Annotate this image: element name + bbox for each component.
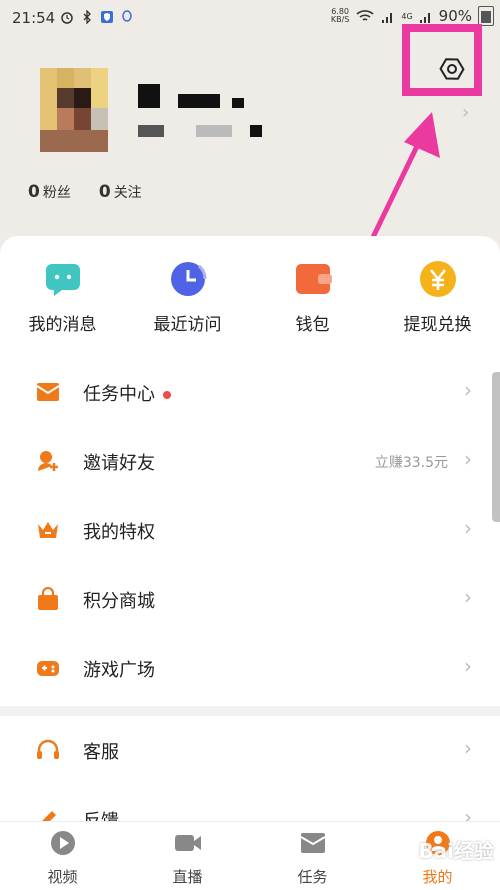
profile-stats: 0 粉丝 0 关注 <box>28 182 142 202</box>
message-icon <box>45 264 80 296</box>
main-card: 我的消息 最近访问 钱包 提现兑换 任务中心 › 邀请好友 立赚33.5元 › … <box>0 236 500 706</box>
signal-icon <box>382 13 393 23</box>
menu-label: 积分商城 <box>83 591 155 612</box>
menu-list: 任务中心 › 邀请好友 立赚33.5元 › 我的特权 › 积分商城 › 游戏广场… <box>0 358 500 703</box>
invite-friend-icon <box>38 451 58 471</box>
chevron-right-icon: › <box>464 378 472 402</box>
menu-game-plaza[interactable]: 游戏广场 › <box>0 634 500 703</box>
bluetooth-icon <box>83 10 91 24</box>
net-speed: 6.80 KB/S <box>331 8 350 24</box>
quick-wallet[interactable]: 钱包 <box>250 256 375 335</box>
menu-label: 游戏广场 <box>83 660 155 681</box>
wallet-icon <box>295 264 332 294</box>
following-count: 0 <box>98 182 111 202</box>
task-envelope-icon <box>36 383 60 401</box>
followers-count: 0 <box>28 182 40 202</box>
username-blurred <box>138 84 258 108</box>
nav-label: 视频 <box>47 868 78 886</box>
quick-withdraw[interactable]: 提现兑换 <box>375 256 500 335</box>
nav-live[interactable]: 直播 <box>125 822 250 890</box>
section-divider <box>0 706 500 716</box>
invite-reward-text: 立赚33.5元 <box>374 455 448 471</box>
shopping-bag-icon <box>38 587 58 610</box>
settings-hexagon-icon[interactable] <box>438 55 466 83</box>
followers-stat[interactable]: 0 粉丝 <box>28 182 71 202</box>
nav-label: 任务 <box>297 868 328 886</box>
menu-label: 邀请好友 <box>83 453 155 474</box>
battery-percent: 90% <box>438 7 472 25</box>
video-camera-icon <box>174 835 201 851</box>
crown-icon <box>38 522 58 538</box>
quick-label: 提现兑换 <box>403 315 472 335</box>
menu-customer-service[interactable]: 客服 › <box>0 716 500 785</box>
quick-my-messages[interactable]: 我的消息 <box>0 256 125 335</box>
play-icon <box>50 831 75 855</box>
chevron-right-icon: › <box>464 447 472 471</box>
notification-dot <box>163 391 171 399</box>
secondary-menu: 客服 › 反馈 › <box>0 716 500 832</box>
clock-icon <box>170 262 207 296</box>
chevron-right-icon: › <box>464 516 472 540</box>
headset-icon <box>37 739 59 759</box>
nav-label: 直播 <box>172 868 203 886</box>
menu-label-text: 任务中心 <box>83 384 155 405</box>
menu-privileges[interactable]: 我的特权 › <box>0 496 500 565</box>
gamepad-icon <box>37 661 59 676</box>
menu-invite-friends[interactable]: 邀请好友 立赚33.5元 › <box>0 427 500 496</box>
followers-label: 粉丝 <box>42 185 71 201</box>
quick-label: 最近访问 <box>153 315 222 335</box>
quick-recent-visits[interactable]: 最近访问 <box>125 256 250 335</box>
signal-4g-label: 4G <box>401 11 413 21</box>
quick-label: 我的消息 <box>28 315 97 335</box>
status-icons-right: 6.80 KB/S 4G 90% <box>331 6 494 26</box>
chevron-right-icon: › <box>464 585 472 609</box>
menu-label: 我的特权 <box>83 522 155 543</box>
signal-icon-2 <box>419 13 430 23</box>
status-icons-left <box>60 10 134 24</box>
nav-label: 我的 <box>422 868 453 886</box>
status-time: 21:54 <box>12 9 56 27</box>
chevron-right-icon: › <box>464 736 472 760</box>
qq-icon <box>122 10 132 22</box>
profile-chevron-icon[interactable]: › <box>462 102 469 123</box>
wifi-icon <box>356 10 374 21</box>
menu-points-mall[interactable]: 积分商城 › <box>0 565 500 634</box>
avatar[interactable] <box>40 68 108 152</box>
menu-label: 任务中心 <box>83 380 171 406</box>
yuan-coin-icon <box>419 261 456 297</box>
watermark: Bai经验 <box>418 839 494 863</box>
bottom-navigation: 视频 直播 任务 我的 Bai经验 <box>0 821 500 890</box>
chevron-right-icon: › <box>464 654 472 678</box>
nav-tasks[interactable]: 任务 <box>250 822 375 890</box>
menu-task-center[interactable]: 任务中心 › <box>0 358 500 427</box>
following-label: 关注 <box>113 185 142 201</box>
nav-video[interactable]: 视频 <box>0 822 125 890</box>
scrollbar[interactable] <box>492 372 500 522</box>
following-stat[interactable]: 0 关注 <box>99 182 142 202</box>
envelope-icon <box>299 833 326 853</box>
quick-actions: 我的消息 最近访问 钱包 提现兑换 <box>0 256 500 335</box>
battery-icon <box>478 6 494 26</box>
alarm-icon <box>61 12 73 24</box>
quick-label: 钱包 <box>295 315 330 335</box>
shield-app-icon <box>101 11 113 23</box>
menu-label: 客服 <box>83 742 119 763</box>
net-speed-unit: KB/S <box>330 15 350 24</box>
